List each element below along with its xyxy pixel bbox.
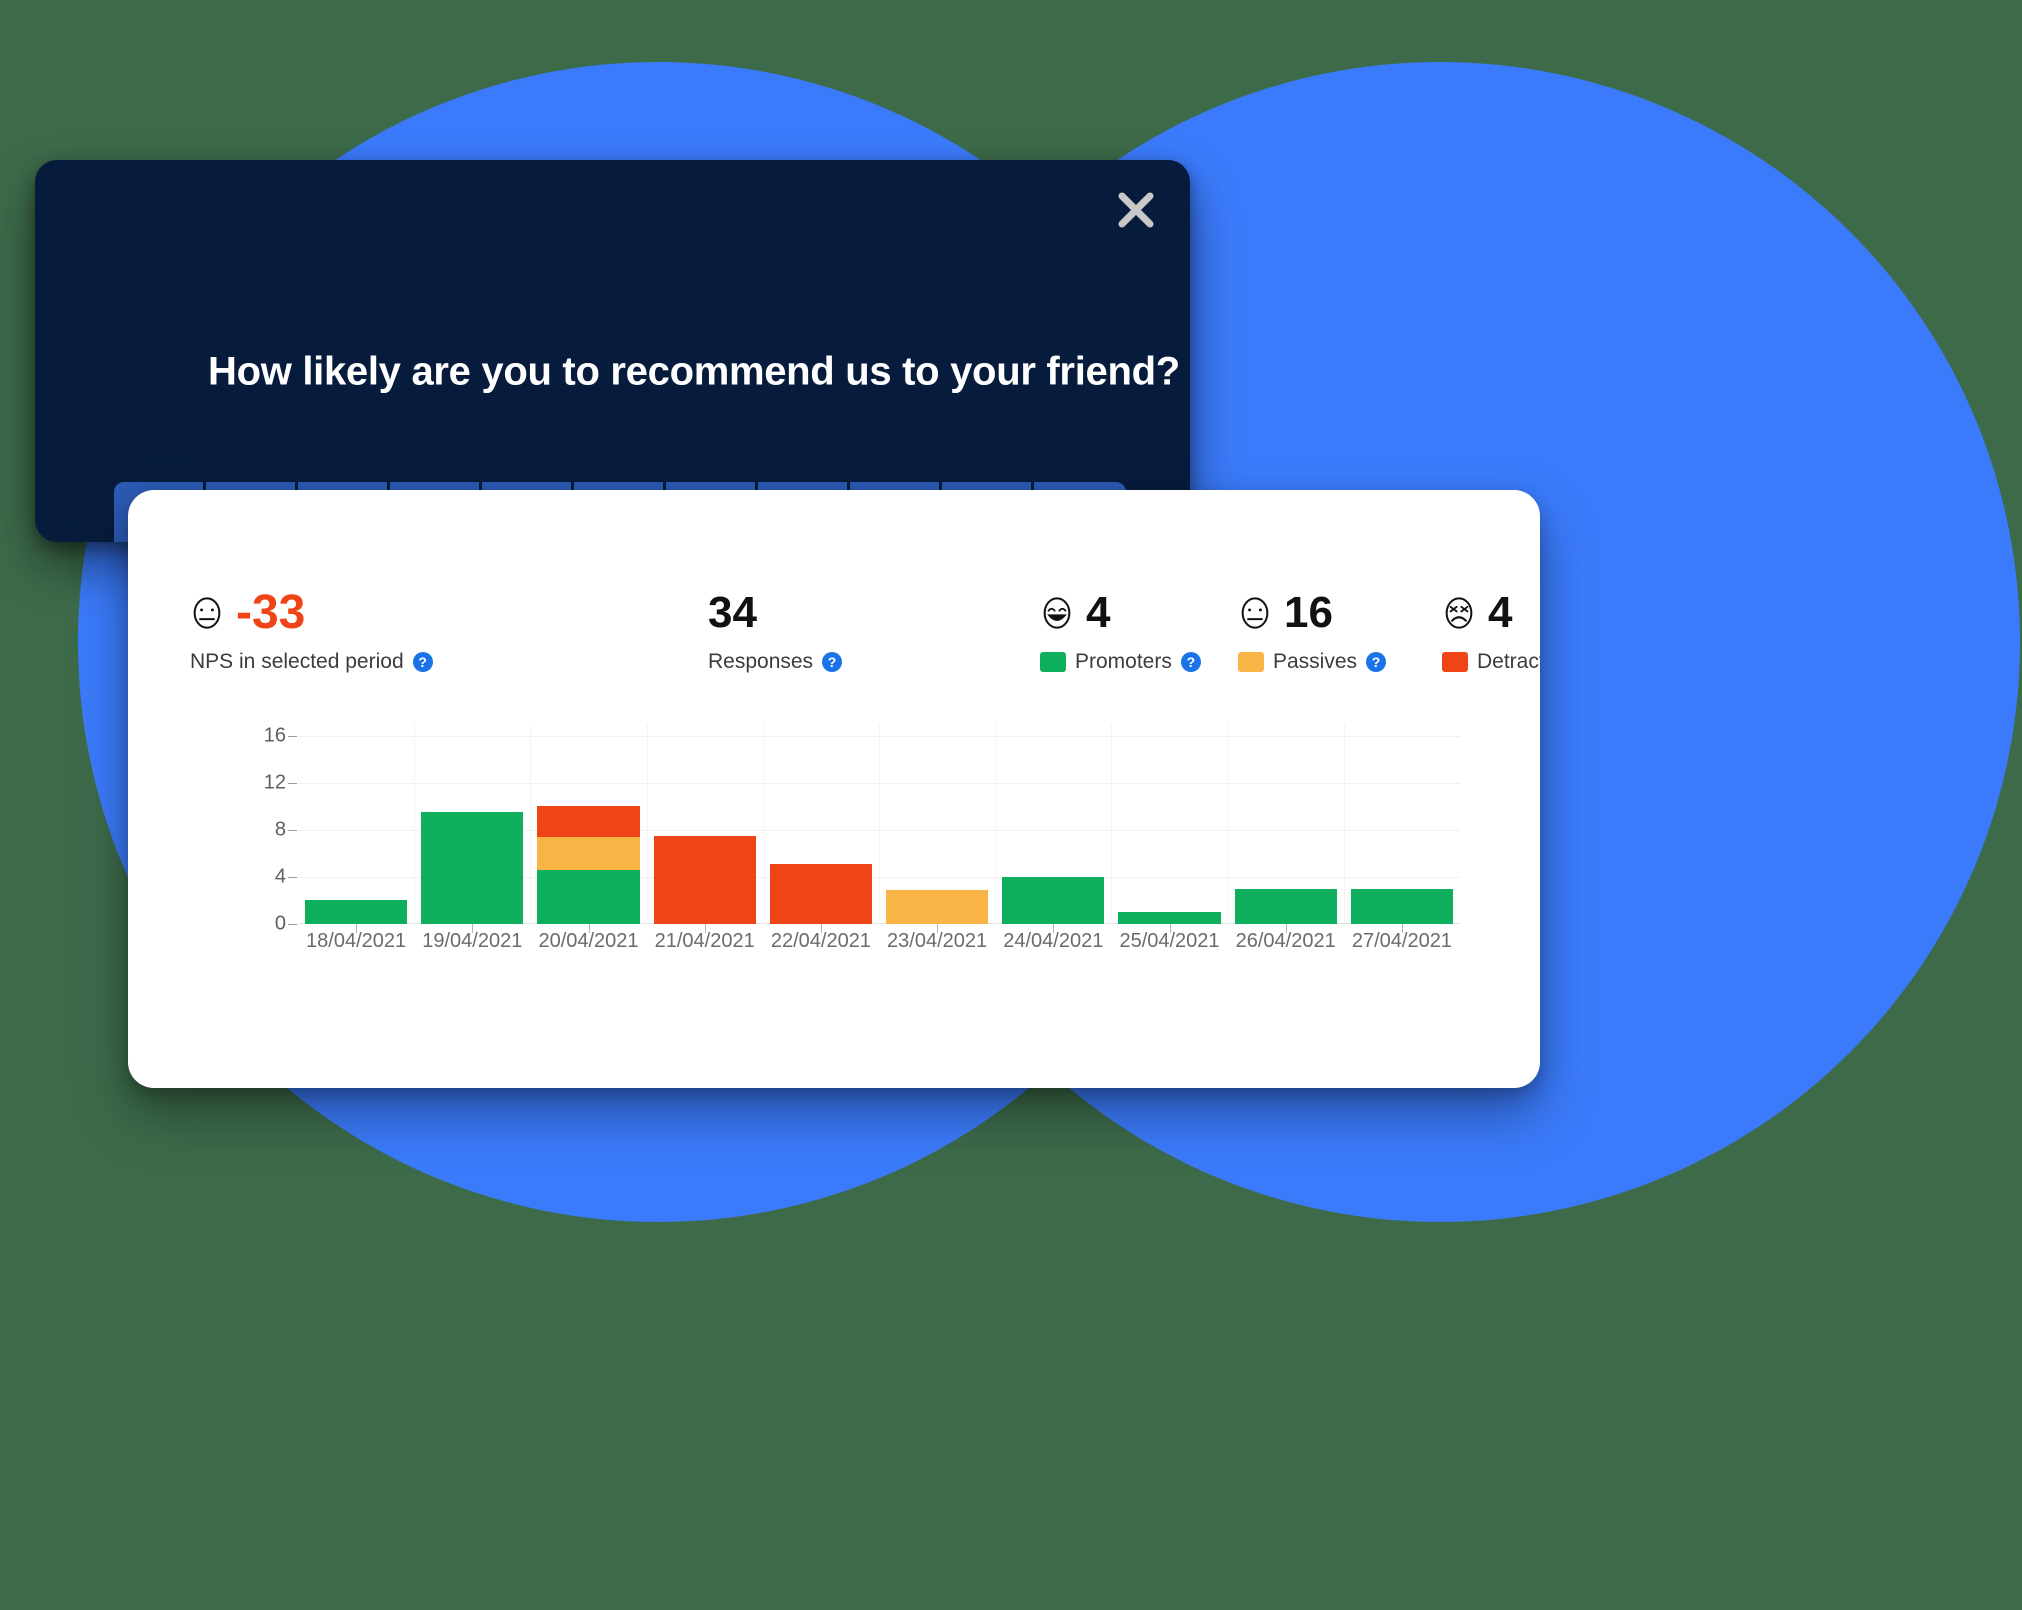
- help-icon[interactable]: ?: [1366, 652, 1387, 672]
- help-icon[interactable]: ?: [1180, 652, 1201, 672]
- x-axis-tick-label: 24/04/2021: [1003, 930, 1104, 952]
- x-axis-tick-label: 21/04/2021: [654, 930, 755, 952]
- chart-bar[interactable]: [421, 812, 524, 924]
- stat-label-row: Detractors?: [1442, 650, 1540, 674]
- stat-label: Detractors: [1477, 650, 1540, 673]
- chart-vertical-gridline: [530, 724, 532, 924]
- stat-value-row: 34: [708, 588, 842, 638]
- nps-responses-chart: 0 4 8 12 16 18/04/2021 19/04/2021 20/04/2021 21/…: [190, 712, 1490, 982]
- chart-bar[interactable]: [304, 900, 408, 924]
- stat-label-row: Passives?: [1238, 650, 1387, 674]
- chart-bar[interactable]: [537, 806, 640, 924]
- chart-plot-area: 0 4 8 12 16 18/04/2021 19/04/2021 20/04/2021 21/…: [264, 724, 1460, 952]
- chart-bar[interactable]: [1002, 876, 1105, 924]
- chart-vertical-gridline: [1111, 724, 1113, 924]
- stat-value-row: -33: [190, 588, 433, 638]
- y-axis-tick-mark: [288, 829, 297, 831]
- neutral-face-icon: [1241, 597, 1269, 629]
- chart-vertical-gridline: [879, 724, 880, 924]
- bar-segment-promoters: [421, 812, 524, 924]
- stat-block-responses: 34 Responses?: [708, 588, 843, 674]
- bar-segment-detractors: [653, 835, 756, 924]
- y-axis-tick-mark: [288, 782, 297, 784]
- chart-vertical-gridline: [995, 724, 997, 924]
- screenshot-stage: How likely are you to recommend us to yo…: [0, 0, 2022, 1610]
- stat-value: 34: [708, 588, 757, 637]
- help-icon[interactable]: ?: [412, 652, 433, 672]
- stat-block-nps-in-selected-period: -33 NPS in selected period?: [190, 588, 433, 674]
- chart-vertical-gridline: [646, 724, 648, 924]
- bar-segment-promoters: [1118, 912, 1221, 924]
- x-axis-tick-label: 25/04/2021: [1119, 930, 1220, 952]
- bar-segment-passives: [885, 889, 989, 924]
- stat-label: NPS in selected period: [190, 650, 404, 673]
- stat-label: Passives: [1273, 650, 1358, 673]
- bar-segment-promoters: [1234, 888, 1337, 924]
- chart-vertical-gridline: [762, 724, 764, 924]
- legend-swatch-icon: [1238, 652, 1264, 672]
- bar-segment-detractors: [769, 864, 873, 924]
- stat-block-detractors: 4 Detractors?: [1442, 588, 1540, 674]
- y-axis-tick-label: 0: [274, 912, 286, 935]
- x-axis-tick-label: 26/04/2021: [1235, 930, 1336, 952]
- stat-value-row: 4: [1040, 588, 1201, 638]
- close-icon: [1118, 192, 1154, 228]
- close-button[interactable]: [1108, 182, 1164, 238]
- x-axis-tick-label: 20/04/2021: [538, 930, 639, 952]
- legend-swatch-icon: [1040, 652, 1066, 672]
- x-axis-tick-label: 22/04/2021: [770, 930, 871, 952]
- chart-bar[interactable]: [1118, 912, 1221, 924]
- bar-segment-promoters: [304, 900, 408, 924]
- neutral-face-icon: [193, 597, 221, 629]
- stat-value-row: 4: [1442, 588, 1540, 638]
- stat-label: Promoters: [1075, 650, 1172, 673]
- survey-question-title: How likely are you to recommend us to yo…: [208, 349, 1180, 394]
- stat-label-row: Responses?: [708, 650, 843, 674]
- chart-vertical-gridline: [1343, 724, 1345, 924]
- bar-segment-promoters: [1350, 888, 1454, 924]
- stat-value-row: 16: [1238, 588, 1386, 638]
- y-axis-tick-label: 8: [274, 818, 286, 841]
- bar-segment-promoters: [1002, 876, 1105, 924]
- stat-value: 4: [1086, 588, 1111, 637]
- bar-segment-detractors: [537, 806, 640, 837]
- stat-value: -33: [236, 586, 306, 639]
- stats-row: -33 NPS in selected period? 34 Responses? 4 P…: [190, 588, 1540, 678]
- x-axis-tick-label: 27/04/2021: [1351, 930, 1452, 952]
- chart-vertical-gridline: [414, 724, 416, 924]
- chart-bar[interactable]: [653, 835, 756, 924]
- y-axis-tick-label: 12: [263, 771, 286, 794]
- stat-label: Responses: [708, 650, 814, 673]
- bar-segment-promoters: [537, 869, 640, 924]
- y-axis-tick-label: 16: [263, 724, 286, 747]
- stat-block-passives: 16 Passives?: [1238, 588, 1387, 674]
- nps-survey-card: How likely are you to recommend us to yo…: [35, 160, 1190, 542]
- chart-bar[interactable]: [1350, 888, 1454, 924]
- legend-swatch-icon: [1442, 652, 1468, 672]
- y-axis-tick-mark: [288, 735, 297, 737]
- stat-block-promoters: 4 Promoters?: [1040, 588, 1201, 674]
- happy-face-icon: [1043, 597, 1071, 629]
- y-axis-tick-mark: [288, 924, 297, 925]
- chart-bar[interactable]: [769, 864, 873, 924]
- chart-bar[interactable]: [885, 889, 989, 924]
- stat-value: 16: [1284, 588, 1333, 637]
- x-axis-tick-label: 23/04/2021: [887, 930, 988, 952]
- x-axis-tick-label: 18/04/2021: [306, 930, 407, 952]
- y-axis-tick-mark: [288, 876, 297, 878]
- sad-face-icon: [1445, 597, 1473, 629]
- stat-label-row: NPS in selected period?: [190, 650, 433, 674]
- y-axis-tick-label: 4: [274, 865, 286, 888]
- chart-bar[interactable]: [1234, 888, 1337, 924]
- stat-label-row: Promoters?: [1040, 650, 1201, 674]
- stat-value: 4: [1488, 588, 1513, 637]
- bar-segment-passives: [537, 836, 640, 870]
- nps-dashboard-card: -33 NPS in selected period? 34 Responses? 4 P…: [128, 490, 1540, 1088]
- x-axis-tick-label: 19/04/2021: [422, 930, 523, 952]
- help-icon[interactable]: ?: [822, 652, 843, 672]
- chart-vertical-gridline: [1227, 724, 1229, 924]
